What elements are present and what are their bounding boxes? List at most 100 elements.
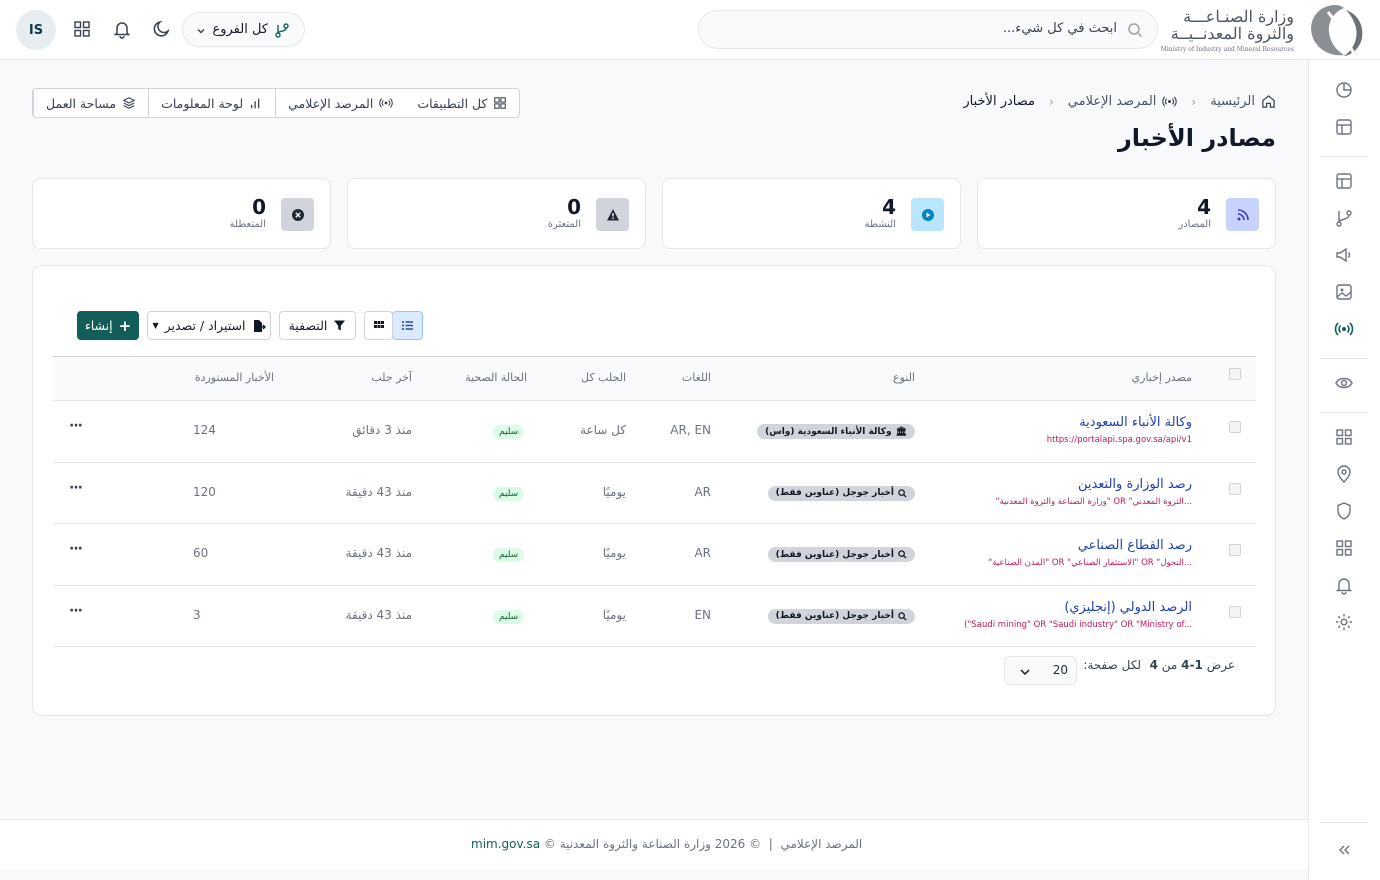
row-checkbox[interactable]: [1229, 482, 1241, 495]
source-name-link[interactable]: رصد القطاع الصناعي: [1078, 538, 1192, 553]
stat-value: 4: [1197, 195, 1211, 219]
shield-icon[interactable]: [1334, 501, 1354, 521]
languages: AR: [694, 546, 711, 560]
top-header: وزارة الصنـاعـــة والثروة المعدنــيــة M…: [0, 0, 1380, 60]
table-header: مصدر إخباري النوع اللغات الجلب كل الحالة…: [53, 356, 1256, 401]
breadcrumb: الرئيسية ‹ المرصد الإعلامي ‹ مصادر الأخب…: [963, 94, 1276, 109]
col-health[interactable]: الحالة الصحية: [465, 371, 527, 384]
pager-prefix: عرض: [1206, 658, 1235, 672]
pager-total: 4: [1149, 658, 1158, 672]
home-icon: [1262, 95, 1275, 108]
app-nav-media-monitor[interactable]: المرصد الإعلامي: [275, 89, 405, 117]
select-all-checkbox[interactable]: [1229, 368, 1241, 380]
footer-separator: |: [768, 837, 773, 851]
search-placeholder: ابحث في كل شيء...: [1002, 21, 1117, 36]
type-badge: أخبار جوجل (عناوين فقط): [767, 485, 915, 501]
import-export-button[interactable]: استيراد / تصدير ▼: [147, 311, 271, 340]
apps-grid-icon[interactable]: [1334, 427, 1354, 447]
last-fetch: منذ 43 دقيقة: [345, 484, 412, 499]
layout-icon[interactable]: [1334, 171, 1354, 191]
logo-mark-icon: [1311, 5, 1363, 56]
image-icon[interactable]: [1334, 282, 1354, 302]
file-export-icon: [253, 319, 266, 332]
breadcrumb-section[interactable]: المرصد الإعلامي: [1068, 94, 1178, 109]
global-search-input[interactable]: ابحث في كل شيء...: [698, 10, 1158, 49]
ministry-logo[interactable]: وزارة الصنـاعـــة والثروة المعدنــيــة M…: [1161, 2, 1366, 58]
moon-icon[interactable]: [152, 19, 172, 39]
type-label: وكالة الأنباء السعودية (واس): [765, 426, 892, 437]
layout-icon[interactable]: [1334, 117, 1354, 137]
col-source[interactable]: مصدر إخباري: [1132, 371, 1192, 384]
gear-icon[interactable]: [1334, 612, 1354, 632]
breadcrumb-home-label: الرئيسية: [1210, 94, 1255, 109]
app-nav-all-apps[interactable]: كل التطبيقات: [405, 89, 519, 117]
row-checkbox[interactable]: [1229, 605, 1241, 618]
languages: AR, EN: [670, 423, 711, 437]
grid-icon: [373, 320, 384, 328]
bell-icon[interactable]: [112, 19, 132, 39]
list-view-button[interactable]: [392, 311, 423, 340]
table-row[interactable]: رصد القطاع الصناعي "المدن الصناعية" OR "…: [53, 524, 1256, 586]
create-button[interactable]: + إنشاء: [77, 311, 139, 340]
filter-button[interactable]: التصفية: [279, 311, 356, 340]
stat-card-sources: 4 المصادر: [977, 178, 1276, 249]
health-badge: سليم: [493, 609, 525, 624]
collapse-chevrons-icon[interactable]: [1334, 840, 1354, 860]
row-actions-icon[interactable]: ···: [69, 480, 83, 496]
footer-text: المرصد الإعلامي | © 2026 وزارة الصناعة و…: [471, 837, 862, 851]
col-last-fetch[interactable]: آخر جلب: [371, 371, 412, 384]
footer-domain-link[interactable]: mim.gov.sa: [471, 837, 540, 851]
source-name-link[interactable]: وكالة الأنباء السعودية: [1079, 415, 1192, 430]
apps-grid-icon[interactable]: [72, 19, 92, 39]
git-branch-icon[interactable]: [1334, 208, 1354, 228]
table-row[interactable]: وكالة الأنباء السعودية https://portalapi…: [53, 401, 1256, 463]
per-page-label: لكل صفحة:: [1083, 658, 1141, 672]
source-name-link[interactable]: الرصد الدولي (إنجليزي): [1064, 600, 1192, 615]
apps-grid-icon[interactable]: [1334, 538, 1354, 558]
app-nav-dashboard-label: لوحة المعلومات: [161, 95, 244, 111]
table-row[interactable]: الرصد الدولي (إنجليزي) ("Saudi mining" O…: [53, 586, 1256, 647]
stat-label: المتعثرة: [547, 219, 581, 230]
broadcast-icon[interactable]: [1334, 319, 1354, 339]
sidebar-divider: [1320, 822, 1368, 823]
map-pin-icon[interactable]: [1334, 464, 1354, 484]
bell-icon[interactable]: [1334, 575, 1354, 595]
row-actions-icon[interactable]: ···: [69, 541, 83, 557]
app-nav-workspace[interactable]: مساحة العمل: [33, 89, 148, 117]
row-checkbox[interactable]: [1229, 421, 1241, 433]
warning-icon: [596, 198, 629, 231]
fetch-every: كل ساعة: [580, 423, 626, 437]
stat-label: المتعطلة: [229, 219, 266, 230]
col-languages[interactable]: اللغات: [682, 371, 711, 384]
search-icon: [1128, 23, 1143, 38]
branch-selector[interactable]: كل الفروع: [182, 12, 305, 47]
col-type[interactable]: النوع: [893, 371, 915, 384]
pie-chart-icon[interactable]: [1334, 80, 1354, 100]
col-imported[interactable]: الأخبار المستوردة: [195, 371, 274, 384]
fetch-every: يوميًا: [602, 484, 626, 499]
source-name-link[interactable]: رصد الوزارة والتعدين: [1078, 477, 1192, 492]
imported-count: 3: [193, 607, 201, 622]
broadcast-icon: [1162, 96, 1178, 107]
per-page-select[interactable]: 20: [1004, 656, 1077, 685]
building-icon: 🏛: [895, 426, 907, 437]
row-checkbox[interactable]: [1229, 544, 1241, 556]
megaphone-icon[interactable]: [1334, 245, 1354, 265]
last-fetch: منذ 3 دقائق: [352, 423, 412, 437]
create-label: إنشاء: [84, 318, 113, 333]
row-actions-icon[interactable]: ···: [69, 418, 83, 434]
stat-label: المصادر: [1178, 219, 1211, 230]
grid-view-button[interactable]: [364, 311, 393, 340]
eye-icon[interactable]: [1334, 373, 1354, 393]
stat-card-stalled: 0 المتعثرة: [347, 178, 646, 249]
col-fetch-every[interactable]: الجلب كل: [581, 371, 626, 384]
table-row[interactable]: رصد الوزارة والتعدين "وزارة الصناعة والث…: [53, 463, 1256, 524]
breadcrumb-home[interactable]: الرئيسية: [1210, 94, 1276, 109]
row-actions-icon[interactable]: ···: [69, 603, 83, 619]
app-nav-dashboard[interactable]: لوحة المعلومات: [148, 89, 275, 117]
apps-grid-icon: [494, 97, 507, 109]
type-label: أخبار جوجل (عناوين فقط): [775, 549, 894, 560]
stat-value: 4: [882, 195, 896, 219]
chevron-down-icon: [197, 29, 205, 34]
user-avatar[interactable]: IS: [16, 10, 56, 50]
